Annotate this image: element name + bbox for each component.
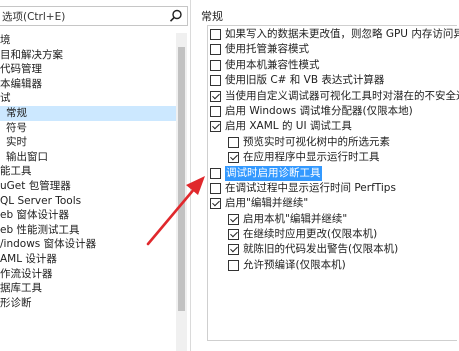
option-row[interactable]: 在调试过程中显示运行时间 PerfTips — [198, 181, 459, 196]
option-label: 预览实时可视化树中的所选元素 — [243, 135, 390, 148]
option-label: 使用旧版 C# 和 VB 表达式计算器 — [225, 74, 385, 87]
options-navigation-pane: 境目和解决方案代码管理本编辑器试常规符号实时输出窗口能工具uGet 包管理器QL… — [0, 0, 192, 351]
option-label: 使用托管兼容模式 — [225, 43, 309, 56]
option-checkbox[interactable] — [210, 121, 221, 133]
option-checkbox[interactable] — [210, 44, 221, 56]
option-label: 使用本机兼容性模式 — [225, 58, 320, 71]
section-title: 常规 — [201, 10, 223, 23]
option-label: 启用"编辑并继续" — [225, 197, 309, 210]
option-row[interactable]: 调试时启用诊断工具 — [198, 165, 459, 181]
option-label: 调试时启用诊断工具 — [225, 165, 322, 181]
option-label: 启用本机"编辑并继续" — [243, 212, 348, 225]
tree-item[interactable]: QL Server Tools — [0, 194, 176, 209]
option-label: 启用 Windows 调试堆分配器(仅限本地) — [225, 104, 413, 117]
option-checkbox[interactable] — [228, 213, 239, 225]
options-list: 如果写入的数据未更改值，则忽略 GPU 内存访问异 使用托管兼容模式 使用本机兼容性… — [198, 27, 459, 273]
option-row[interactable]: 允许预编译(仅限本机) — [198, 258, 459, 273]
search-box[interactable] — [0, 6, 188, 26]
option-checkbox[interactable] — [228, 152, 239, 164]
option-row[interactable]: 使用本机兼容性模式 — [198, 58, 459, 73]
option-checkbox[interactable] — [210, 90, 221, 102]
tree-item[interactable]: 作流设计器 — [0, 267, 176, 282]
option-row[interactable]: 启用 Windows 调试堆分配器(仅限本地) — [198, 104, 459, 119]
option-label: 启用 XAML 的 UI 调试工具 — [225, 120, 352, 133]
option-row[interactable]: 启用"编辑并继续" — [198, 196, 459, 211]
option-row[interactable]: 预览实时可视化树中的所选元素 — [198, 135, 459, 150]
tree-item[interactable]: 能工具 — [0, 164, 176, 179]
option-row[interactable]: 当使用自定义调试器可视化工具时对潜在的不安全进 — [198, 89, 459, 104]
option-checkbox[interactable] — [210, 59, 221, 71]
option-label: 如果写入的数据未更改值，则忽略 GPU 内存访问异 — [225, 28, 459, 40]
option-row[interactable]: 启用本机"编辑并继续" — [198, 212, 459, 227]
tree-scrollbar[interactable] — [176, 33, 187, 351]
tree-item[interactable]: 试 — [0, 91, 176, 106]
tree-item[interactable]: 境 — [0, 33, 176, 48]
tree-item[interactable]: 代码管理 — [0, 62, 176, 77]
option-checkbox[interactable] — [210, 198, 221, 210]
option-row[interactable]: 使用托管兼容模式 — [198, 42, 459, 57]
option-label: 当使用自定义调试器可视化工具时对潜在的不安全进 — [225, 89, 459, 102]
option-label: 在调试过程中显示运行时间 PerfTips — [225, 181, 396, 194]
tree-item[interactable]: 常规 — [0, 105, 176, 121]
search-input[interactable] — [2, 8, 162, 24]
option-label: 在应用程序中显示运行时工具 — [243, 151, 380, 164]
tree-item[interactable]: 输出窗口 — [0, 150, 176, 165]
option-checkbox[interactable] — [210, 182, 221, 194]
scrollbar-thumb[interactable] — [178, 47, 185, 311]
tree-item[interactable]: 本编辑器 — [0, 77, 176, 92]
tree-item[interactable]: 据库工具 — [0, 281, 176, 296]
option-checkbox[interactable] — [228, 136, 239, 148]
search-icon[interactable] — [169, 9, 183, 23]
option-row[interactable]: 就陈旧的代码发出警告(仅限本机) — [198, 242, 459, 257]
options-tree: 境目和解决方案 代码管理 本编辑器试常规 符号 实时 输出窗口 能工具 uGet 包管理器 QL… — [0, 33, 176, 310]
option-label: 允许预编译(仅限本机) — [243, 258, 346, 271]
option-row[interactable]: 在继续时应用更改(仅限本机) — [198, 227, 459, 242]
option-label: 在继续时应用更改(仅限本机) — [243, 228, 378, 241]
tree-item[interactable]: /indows 窗体设计器 — [0, 237, 176, 252]
tree-item[interactable]: eb 窗体设计器 — [0, 208, 176, 223]
option-label: 就陈旧的代码发出警告(仅限本机) — [243, 243, 399, 256]
option-checkbox[interactable] — [228, 259, 239, 271]
option-checkbox[interactable] — [210, 167, 221, 179]
option-row[interactable]: 如果写入的数据未更改值，则忽略 GPU 内存访问异 — [198, 27, 459, 42]
option-checkbox[interactable] — [228, 229, 239, 241]
tree-item[interactable]: 符号 — [0, 121, 176, 136]
tree-item[interactable]: 实时 — [0, 135, 176, 150]
tree-item[interactable]: uGet 包管理器 — [0, 179, 176, 194]
option-checkbox[interactable] — [210, 75, 221, 87]
option-row[interactable]: 使用旧版 C# 和 VB 表达式计算器 — [198, 73, 459, 88]
option-checkbox[interactable] — [210, 105, 221, 117]
pane-divider[interactable] — [190, 0, 191, 351]
tree-item[interactable]: 目和解决方案 — [0, 48, 176, 63]
option-row[interactable]: 在应用程序中显示运行时工具 — [198, 150, 459, 165]
tree-item[interactable]: AML 设计器 — [0, 252, 176, 267]
tree-item[interactable]: eb 性能测试工具 — [0, 223, 176, 238]
option-checkbox[interactable] — [210, 29, 221, 40]
tree-item[interactable]: 形诊断 — [0, 296, 176, 311]
option-row[interactable]: 启用 XAML 的 UI 调试工具 — [198, 119, 459, 134]
option-checkbox[interactable] — [228, 244, 239, 256]
